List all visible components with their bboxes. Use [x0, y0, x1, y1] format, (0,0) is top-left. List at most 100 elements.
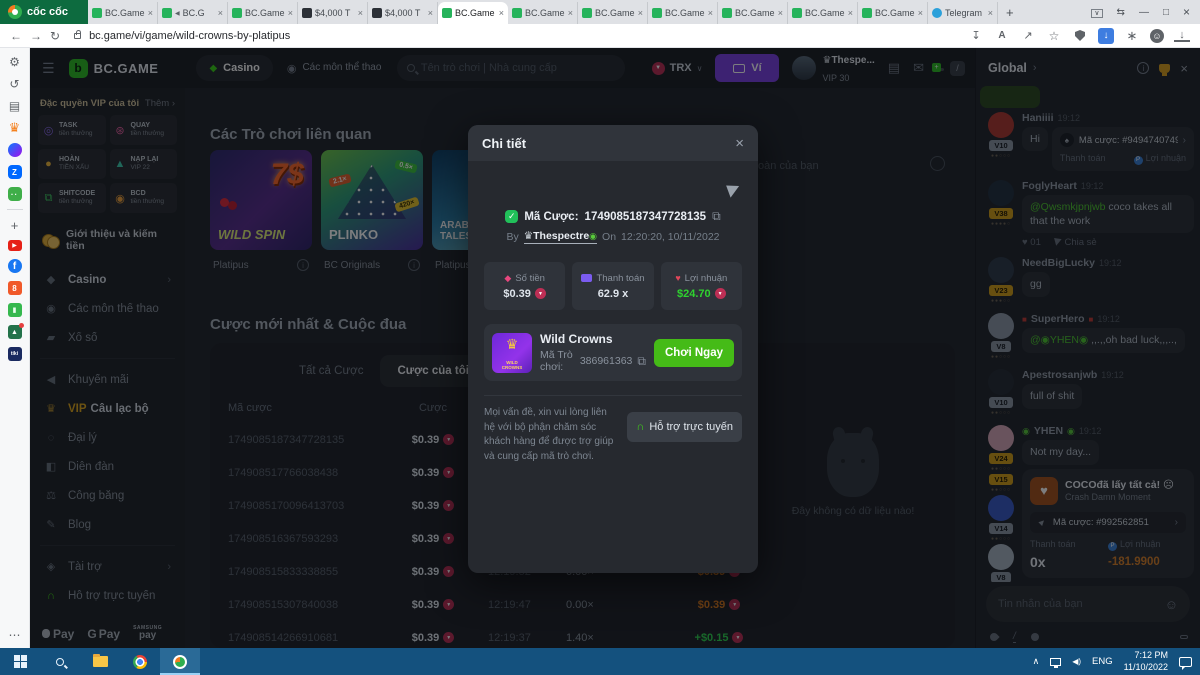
volume-icon[interactable]: ◀) [1072, 657, 1081, 666]
tab-close-icon[interactable]: × [218, 8, 223, 18]
action-center-icon[interactable] [1179, 657, 1192, 667]
browser-tab[interactable]: ◀ BC.Game × [648, 2, 718, 24]
window-control-icon[interactable] [1091, 7, 1102, 18]
sidebar-strip-icon[interactable] [8, 77, 22, 91]
sidebar-strip-icon[interactable] [8, 99, 22, 113]
tab-close-icon[interactable]: × [708, 8, 713, 18]
toolbar-icon[interactable] [1124, 28, 1140, 44]
toolbar-icon[interactable] [1020, 28, 1036, 44]
sidebar-strip-icon[interactable] [8, 281, 22, 295]
share-icon[interactable] [726, 181, 742, 197]
tab-close-icon[interactable]: × [358, 8, 363, 18]
toolbar-icon[interactable] [994, 28, 1010, 44]
close-icon[interactable]: × [735, 135, 744, 152]
window-control-icon[interactable] [1139, 7, 1149, 18]
bet-stat-card: Lợi nhuận $24.70▼ [661, 262, 742, 310]
coccoc-taskbar-icon[interactable] [160, 648, 200, 675]
tab-close-icon[interactable]: × [499, 8, 504, 18]
live-support-button[interactable]: ∩ Hỗ trợ trực tuyến [627, 412, 742, 442]
tab-close-icon[interactable]: × [428, 8, 433, 18]
crown-icon: ♛ [492, 336, 532, 353]
tab-favicon [932, 8, 942, 18]
window-control-icon[interactable] [1163, 7, 1169, 18]
browser-tab[interactable]: ◀ BC.Game × [578, 2, 648, 24]
sidebar-strip-icon[interactable] [8, 187, 22, 201]
browser-tab[interactable]: ◀ BC.Game × [718, 2, 788, 24]
window-control-icon[interactable] [1183, 5, 1190, 19]
browser-tab[interactable]: ◀ BC.Game × [508, 2, 578, 24]
browser-tab[interactable]: ◀ BC.Game × [788, 2, 858, 24]
forward-icon[interactable]: → [30, 29, 42, 43]
network-icon[interactable] [1050, 658, 1061, 666]
toolbar-icon[interactable] [1072, 28, 1088, 44]
browser-tab[interactable]: ◀ Telegram × [928, 2, 998, 24]
sidebar-strip-icon[interactable] [8, 606, 22, 620]
tab-speaker-icon[interactable]: ◀ [175, 10, 180, 17]
browser-tab[interactable]: ◀ $4,000 T × [298, 2, 368, 24]
modal-title: Chi tiết [482, 136, 526, 151]
toolbar-icon[interactable] [968, 28, 984, 44]
url-text[interactable]: bc.game/vi/game/wild-crowns-by-platipus [89, 30, 290, 42]
sidebar-strip-icon[interactable] [8, 218, 22, 232]
browser-tab[interactable]: ◀ BC.Game × [858, 2, 928, 24]
sidebar-strip-icon[interactable] [8, 55, 22, 69]
game-thumbnail[interactable]: ♛ WILDCROWNS [492, 333, 532, 373]
game-id: 386961363 [580, 355, 633, 367]
refresh-icon[interactable]: ↻ [50, 29, 60, 43]
copy-icon[interactable]: ⧉ [712, 209, 721, 224]
copy-icon[interactable]: ⧉ [637, 354, 646, 369]
sidebar-strip-icon[interactable] [8, 628, 22, 642]
tab-close-icon[interactable]: × [918, 8, 923, 18]
sidebar-strip-icon[interactable] [8, 259, 22, 273]
chrome-icon[interactable] [120, 648, 160, 675]
support-note: Mọi vấn đề, xin vui lòng liên hệ với bộ … [484, 406, 617, 464]
browser-tab[interactable]: ◀ $4,000 T × [368, 2, 438, 24]
tab-close-icon[interactable]: × [848, 8, 853, 18]
window-controls [1091, 5, 1200, 19]
play-now-button[interactable]: Chơi Ngay [654, 339, 734, 367]
browser-tab[interactable]: ◀ BC.Game × [438, 2, 508, 24]
file-explorer-icon[interactable] [80, 648, 120, 675]
tab-title: BC.Game [525, 8, 565, 18]
sidebar-strip-icon[interactable] [8, 347, 22, 361]
sidebar-strip-icon[interactable] [8, 165, 22, 179]
sidebar-strip-icon[interactable] [8, 143, 22, 157]
sidebar-strip-icon[interactable] [8, 121, 22, 135]
bet-author[interactable]: ♛Thespectre◉ [524, 230, 597, 244]
tab-close-icon[interactable]: × [568, 8, 573, 18]
sidebar-strip-icon[interactable] [8, 303, 22, 317]
browser-toolbar-icons [968, 28, 1190, 44]
clock[interactable]: 7:12 PM11/10/2022 [1124, 650, 1168, 673]
browser-tab[interactable]: ◀ BC.Game × [228, 2, 298, 24]
window-control-icon[interactable] [1117, 7, 1125, 18]
tab-close-icon[interactable]: × [778, 8, 783, 18]
tab-close-icon[interactable]: × [638, 8, 643, 18]
sidebar-strip-icon[interactable] [8, 369, 22, 598]
tab-close-icon[interactable]: × [288, 8, 293, 18]
lock-icon[interactable] [74, 33, 81, 39]
sidebar-strip-icon[interactable] [8, 240, 22, 251]
tab-close-icon[interactable]: × [148, 8, 153, 18]
toolbar-icon[interactable] [1174, 29, 1190, 42]
toolbar-icon[interactable] [1046, 28, 1062, 44]
coccoc-brand[interactable]: cốc cốc [0, 0, 88, 24]
stat-icon [675, 273, 680, 284]
toolbar-icon[interactable] [1150, 29, 1164, 43]
sidebar-strip-icon[interactable] [8, 325, 22, 339]
language-indicator[interactable]: ENG [1092, 656, 1113, 667]
tab-close-icon[interactable]: × [988, 8, 993, 18]
system-tray: ∧ ◀) ENG 7:12 PM11/10/2022 [1033, 650, 1200, 673]
browser-tab[interactable]: ◀ BC.Game × [88, 2, 158, 24]
tab-favicon [862, 8, 872, 18]
start-button[interactable] [0, 648, 40, 675]
taskbar-search-icon[interactable] [40, 648, 80, 675]
back-icon[interactable]: ← [10, 29, 22, 43]
hidden-icons-chevron[interactable]: ∧ [1033, 656, 1040, 667]
verified-check-icon: ✓ [505, 210, 518, 223]
browser-tab[interactable]: ◀ BC.G × [158, 2, 228, 24]
new-tab-button[interactable]: + [998, 5, 1022, 20]
tab-favicon [512, 8, 522, 18]
sidebar-strip-icon[interactable] [7, 209, 23, 210]
windows-taskbar: ∧ ◀) ENG 7:12 PM11/10/2022 [0, 648, 1200, 675]
toolbar-icon[interactable] [1098, 28, 1114, 44]
